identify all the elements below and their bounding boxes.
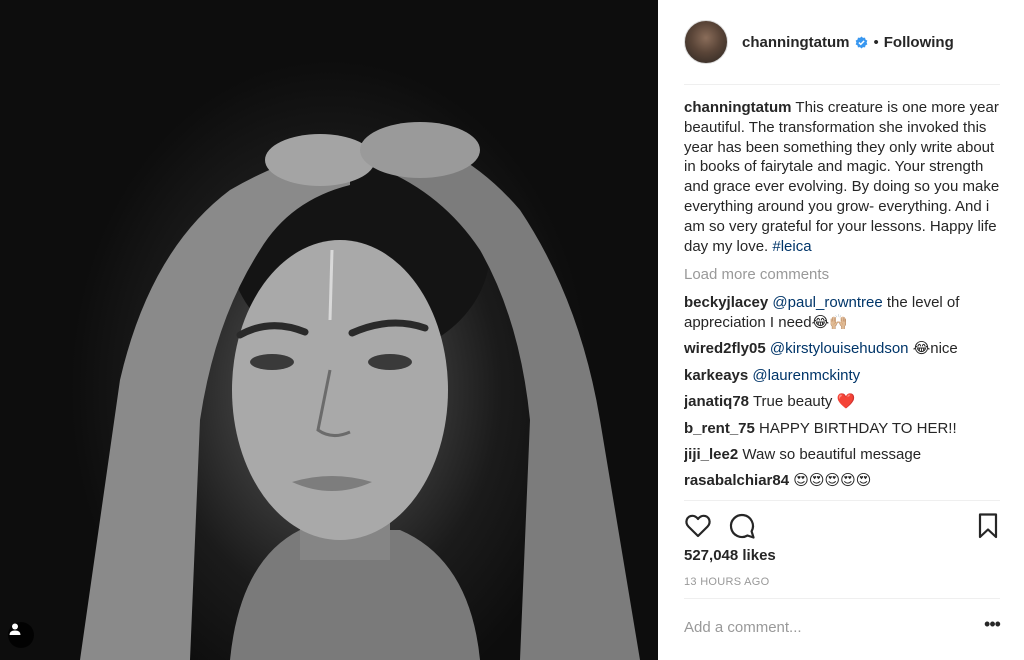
comment-icon[interactable]: [728, 512, 756, 540]
comment-username[interactable]: rasabalchiar84: [684, 472, 789, 489]
verified-badge-icon: [855, 35, 867, 49]
comment-username[interactable]: janatiq78: [684, 393, 749, 410]
avatar[interactable]: [684, 20, 728, 64]
user-tag-button[interactable]: [8, 622, 34, 648]
comment-text: Waw so beautiful message: [742, 445, 922, 463]
bookmark-icon[interactable]: [974, 512, 1002, 540]
comment-emoji: 😍😍😍😍😍: [793, 471, 872, 490]
comment-item: janatiq78 True beauty ❤️: [684, 392, 1000, 412]
comment-item: jiji_lee2 Waw so beautiful message: [684, 445, 1000, 465]
post-timestamp[interactable]: 13 HOURS AGO: [684, 576, 770, 588]
heart-icon[interactable]: [684, 512, 712, 540]
header-username[interactable]: channingtatum: [742, 34, 850, 51]
comment-item: karkeays @laurenmckinty: [684, 366, 1000, 386]
caption-username[interactable]: channingtatum: [684, 99, 792, 116]
comment-item: b_rent_75 HAPPY BIRTHDAY TO HER!!: [684, 419, 1000, 439]
comment-item: rasabalchiar84 😍😍😍😍😍: [684, 471, 1000, 491]
post-photo[interactable]: [0, 0, 658, 660]
comment-username[interactable]: karkeays: [684, 367, 748, 384]
comments-section: channingtatum This creature is one more …: [684, 98, 1000, 500]
comment-item: beckyjlacey @paul_rowntree the level of …: [684, 293, 1000, 333]
comment-text: True beauty: [752, 393, 833, 411]
divider: [684, 84, 1000, 85]
comment-emoji: 😂: [912, 339, 931, 358]
portrait-image: [80, 122, 640, 660]
comment-mention[interactable]: @laurenmckinty: [752, 367, 860, 384]
comment-text: nice: [930, 340, 958, 358]
comment-username[interactable]: beckyjlacey: [684, 294, 768, 311]
action-bar: [684, 512, 1000, 540]
comment-username[interactable]: jiji_lee2: [684, 446, 738, 463]
comment-emoji: 😂🙌🏼: [811, 312, 848, 331]
comment-item: wired2fly05 @kirstylouisehudson 😂nice: [684, 339, 1000, 359]
post-caption: channingtatum This creature is one more …: [684, 98, 1000, 256]
add-comment-input[interactable]: [684, 616, 964, 638]
load-more-comments-button[interactable]: Load more comments: [684, 265, 1000, 285]
comment-emoji: ❤️: [836, 392, 856, 411]
comment-username[interactable]: b_rent_75: [684, 420, 755, 437]
comment-mention[interactable]: @kirstylouisehudson: [770, 340, 909, 357]
divider: [684, 500, 1000, 501]
divider: [684, 598, 1000, 599]
comment-username[interactable]: wired2fly05: [684, 340, 766, 357]
user-tag-icon: [9, 623, 21, 635]
likes-count[interactable]: 527,048 likes: [684, 547, 776, 564]
following-button[interactable]: Following: [884, 34, 954, 51]
comment-text: HAPPY BIRTHDAY TO HER!!: [759, 419, 957, 437]
more-options-button[interactable]: •••: [980, 615, 1004, 637]
hashtag-link[interactable]: #leica: [772, 238, 811, 255]
post-panel: channingtatum • Following channingtatum …: [658, 0, 1024, 660]
post-header: channingtatum • Following: [684, 18, 1000, 66]
comment-mention[interactable]: @paul_rowntree: [772, 294, 882, 311]
header-separator: •: [873, 33, 879, 51]
caption-text: This creature is one more year beautiful…: [684, 99, 1000, 255]
